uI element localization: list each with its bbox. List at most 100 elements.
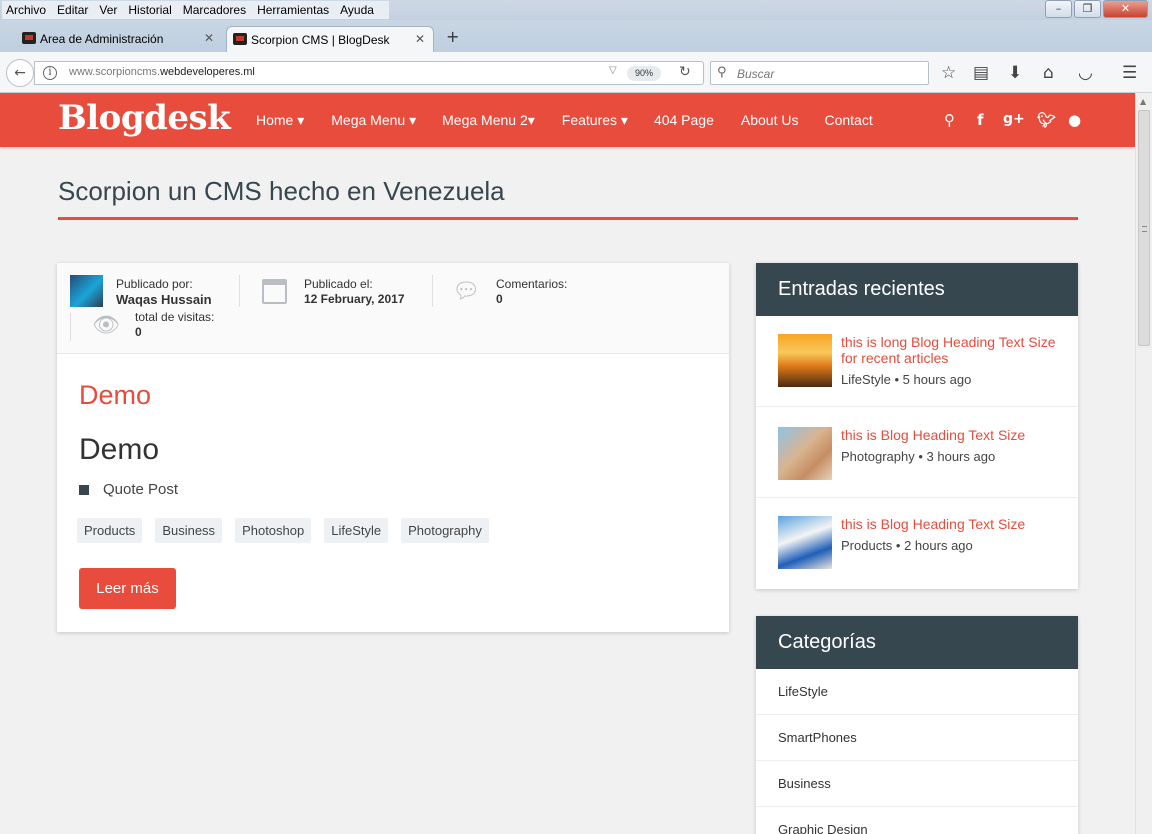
- page-scrollbar[interactable]: ▲: [1135, 93, 1152, 834]
- tab-label: Scorpion CMS | BlogDesk: [251, 32, 390, 47]
- author-avatar[interactable]: [70, 275, 103, 307]
- close-tab-icon[interactable]: ✕: [415, 32, 425, 46]
- minimize-button[interactable]: –: [1045, 0, 1072, 18]
- maximize-button[interactable]: ❐: [1074, 0, 1101, 18]
- facebook-icon[interactable]: f: [977, 111, 984, 129]
- recent-post-title[interactable]: this is long Blog Heading Text Size for …: [841, 334, 1066, 366]
- tag-lifestyle[interactable]: LifeStyle: [324, 518, 389, 543]
- recent-post-meta: Products • 2 hours ago: [841, 538, 973, 553]
- reload-icon[interactable]: ↻: [679, 64, 691, 80]
- comments-icon: 💬︎: [452, 279, 480, 304]
- dropdown-arrow-icon[interactable]: ▽: [609, 65, 617, 76]
- hamburger-menu-icon[interactable]: ☰: [1122, 63, 1137, 83]
- meta-divider: [432, 275, 433, 307]
- site-favicon-icon: [233, 33, 247, 45]
- url-text[interactable]: www.scorpioncms.webdeveloperes.ml: [69, 66, 255, 78]
- category-item-lifestyle[interactable]: LifeStyle: [756, 669, 1078, 715]
- menu-list: Archivo Editar Ver Historial Marcadores …: [2, 1, 389, 19]
- scrollbar-thumb[interactable]: [1138, 110, 1150, 346]
- category-item-graphic-design[interactable]: Graphic Design: [756, 807, 1078, 834]
- widget-heading: Categorías: [756, 616, 1078, 669]
- browser-menubar: Archivo Editar Ver Historial Marcadores …: [0, 0, 1152, 20]
- meta-divider: [239, 275, 240, 307]
- tag-products[interactable]: Products: [77, 518, 143, 543]
- post-card: Publicado por: Waqas Hussain Publicado e…: [57, 263, 729, 632]
- pocket-icon[interactable]: ◡: [1078, 63, 1093, 83]
- info-icon[interactable]: i: [43, 66, 57, 80]
- recent-post-meta: LifeStyle • 5 hours ago: [841, 372, 972, 387]
- post-category[interactable]: Demo: [79, 380, 151, 411]
- google-plus-icon[interactable]: g+: [1003, 111, 1025, 127]
- nav-item-mega-menu-2[interactable]: Mega Menu 2▾: [442, 93, 535, 147]
- widget-heading: Entradas recientes: [756, 263, 1078, 316]
- recent-post-title[interactable]: this is Blog Heading Text Size: [841, 516, 1066, 532]
- bullet-square-icon: [79, 485, 89, 495]
- user-icon[interactable]: ●: [1068, 111, 1081, 129]
- search-icon: ⚲: [717, 65, 727, 80]
- tab-label: Area de Administración: [40, 32, 164, 46]
- menu-ayuda[interactable]: Ayuda: [340, 1, 374, 19]
- read-more-button[interactable]: Leer más: [79, 568, 176, 609]
- tab-admin[interactable]: Area de Administración ✕: [16, 26, 222, 52]
- search-icon[interactable]: ⚲: [944, 111, 955, 129]
- page-title: Scorpion un CMS hecho en Venezuela: [58, 176, 505, 206]
- post-thumbnail[interactable]: [778, 516, 832, 569]
- menu-editar[interactable]: Editar: [57, 1, 88, 19]
- author-name[interactable]: Waqas Hussain: [116, 292, 212, 307]
- grip-icon: [1142, 226, 1147, 232]
- home-icon[interactable]: ⌂: [1043, 63, 1054, 83]
- close-window-button[interactable]: ✕: [1103, 0, 1148, 18]
- browser-toolbar: ← i www.scorpioncms.webdeveloperes.ml ▽ …: [0, 52, 1152, 93]
- nav-item-home[interactable]: Home ▾: [256, 93, 304, 147]
- menu-marcadores[interactable]: Marcadores: [183, 1, 246, 19]
- menu-herramientas[interactable]: Herramientas: [257, 1, 329, 19]
- nav-item-mega-menu[interactable]: Mega Menu ▾: [331, 93, 416, 147]
- comments-count: 0: [496, 292, 503, 306]
- bookmark-star-icon[interactable]: ☆: [941, 63, 956, 83]
- quote-text: Quote Post: [103, 481, 179, 498]
- back-arrow-icon[interactable]: ←: [6, 59, 34, 87]
- meta-divider: [70, 313, 71, 341]
- post-heading: Demo: [79, 433, 160, 466]
- site-favicon-icon: [22, 32, 36, 44]
- url-bar[interactable]: i www.scorpioncms.webdeveloperes.ml ▽ 90…: [34, 61, 704, 85]
- new-tab-icon[interactable]: +: [446, 27, 459, 46]
- title-divider: [58, 217, 1078, 220]
- download-icon[interactable]: ⬇: [1008, 63, 1022, 83]
- site-logo[interactable]: Blogdesk: [58, 98, 231, 138]
- author-label: Publicado por:: [116, 277, 193, 291]
- post-thumbnail[interactable]: [778, 334, 832, 387]
- tag-photoshop[interactable]: Photoshop: [235, 518, 312, 543]
- list-item[interactable]: this is long Blog Heading Text Size for …: [756, 316, 1078, 407]
- menu-archivo[interactable]: Archivo: [6, 1, 46, 19]
- search-input[interactable]: ⚲ Buscar: [710, 61, 929, 85]
- list-item[interactable]: this is Blog Heading Text Size Photograp…: [756, 407, 1078, 498]
- nav-item-about-us[interactable]: About Us: [741, 93, 799, 147]
- tag-business[interactable]: Business: [155, 518, 223, 543]
- tab-strip: Area de Administración ✕ Scorpion CMS | …: [0, 20, 1152, 52]
- category-item-smartphones[interactable]: SmartPhones: [756, 715, 1078, 761]
- nav-item-404-page[interactable]: 404 Page: [654, 93, 714, 147]
- zoom-level[interactable]: 90%: [627, 66, 661, 81]
- list-item[interactable]: this is Blog Heading Text Size Products …: [756, 498, 1078, 589]
- nav-item-contact[interactable]: Contact: [824, 93, 872, 147]
- category-item-business[interactable]: Business: [756, 761, 1078, 807]
- nav-item-features[interactable]: Features ▾: [562, 93, 628, 147]
- window-controls: – ❐ ✕: [1043, 0, 1148, 18]
- site-header: Blogdesk Home ▾ Mega Menu ▾ Mega Menu 2▾…: [0, 93, 1135, 147]
- recent-post-title[interactable]: this is Blog Heading Text Size: [841, 427, 1066, 443]
- twitter-icon[interactable]: 🐦︎: [1037, 111, 1056, 129]
- post-thumbnail[interactable]: [778, 427, 832, 480]
- menu-ver[interactable]: Ver: [99, 1, 117, 19]
- close-tab-icon[interactable]: ✕: [204, 31, 214, 45]
- reading-list-icon[interactable]: ▤: [973, 63, 989, 83]
- scroll-up-arrow-icon[interactable]: ▲: [1140, 97, 1146, 106]
- tag-photography[interactable]: Photography: [401, 518, 489, 543]
- comments-label: Comentarios:: [496, 277, 568, 291]
- menu-historial[interactable]: Historial: [128, 1, 171, 19]
- calendar-icon: [262, 279, 287, 304]
- recent-post-meta: Photography • 3 hours ago: [841, 449, 996, 464]
- visits-label: total de visitas:: [135, 310, 215, 324]
- tab-blogdesk[interactable]: Scorpion CMS | BlogDesk ✕: [226, 26, 434, 52]
- tag-list: Products Business Photoshop LifeStyle Ph…: [77, 518, 502, 543]
